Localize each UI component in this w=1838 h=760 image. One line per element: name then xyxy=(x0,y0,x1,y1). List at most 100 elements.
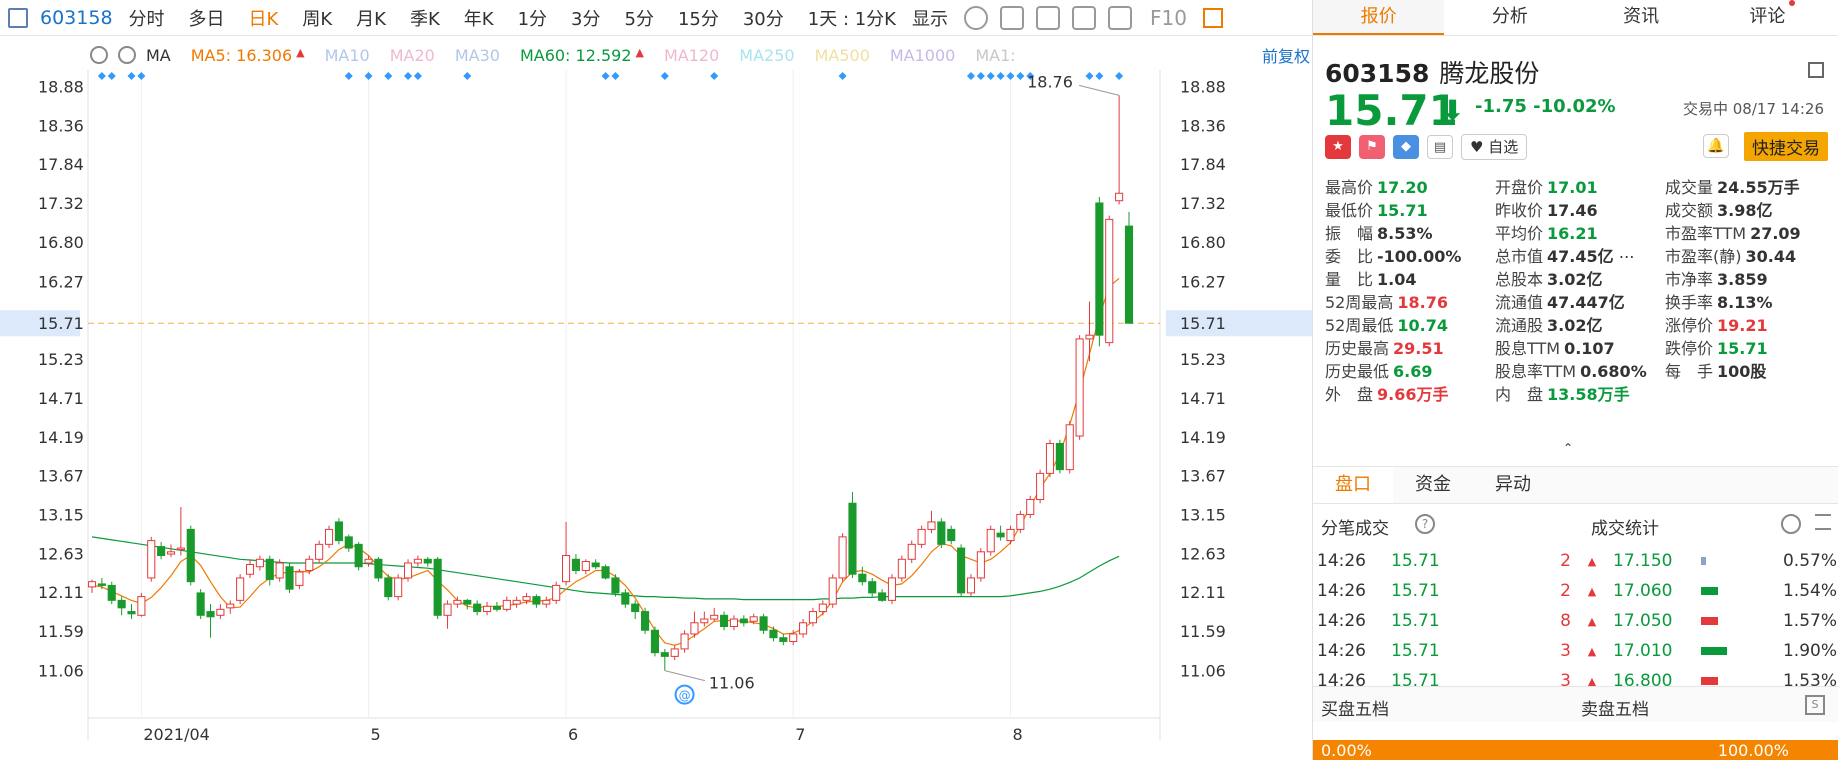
up-arrow-icon: ▲ xyxy=(1587,644,1597,658)
stat-cell: 量 比 1.04 xyxy=(1325,266,1495,290)
candle-body xyxy=(957,547,966,594)
candle-body xyxy=(433,558,442,616)
sub-tab[interactable]: 盘口 xyxy=(1313,467,1393,503)
panel-tab[interactable]: 资讯 xyxy=(1576,0,1707,35)
stat-pct: 1.90% xyxy=(1782,641,1837,661)
help-icon[interactable]: ? xyxy=(1415,514,1435,534)
stat-label: 成交额 xyxy=(1665,200,1714,220)
period-tab[interactable]: 周K xyxy=(302,5,332,31)
s-icon[interactable]: S xyxy=(1805,695,1825,715)
detail-icon[interactable] xyxy=(1808,62,1824,78)
up-arrow-icon: ▲ xyxy=(296,45,305,59)
candle-body xyxy=(542,599,551,605)
period-tab[interactable]: 1分 xyxy=(518,5,547,31)
candle-body xyxy=(887,577,897,601)
ma-item[interactable]: MA1000 xyxy=(890,46,955,65)
interval-select[interactable]: 1天 : 1分K xyxy=(808,5,896,31)
stat-value: 8.13% xyxy=(1717,292,1773,312)
ma-item[interactable]: MA1: xyxy=(975,46,1015,65)
sub-tab[interactable]: 资金 xyxy=(1393,467,1473,503)
volume-bar xyxy=(1701,643,1781,659)
ma-close-icon[interactable] xyxy=(118,46,136,64)
sub-tab[interactable]: 异动 xyxy=(1473,467,1553,503)
ma-label[interactable]: MA xyxy=(146,46,171,65)
ma-indicator-row: MA MA5: 16.306 ▲ MA10 MA20 MA30 MA60: 12.592 ▲… xyxy=(90,44,1310,66)
stat-label: 跌停价 xyxy=(1665,338,1714,358)
ma-item[interactable]: MA60: 12.592 xyxy=(520,46,632,65)
layout-icon[interactable] xyxy=(999,5,1024,30)
settings-icon[interactable] xyxy=(963,5,988,30)
ma-item[interactable]: MA10 xyxy=(325,46,370,65)
stat-value: 24.55万手 xyxy=(1717,177,1800,197)
ma-item[interactable]: MA250 xyxy=(739,46,794,65)
candle-body xyxy=(147,540,156,579)
draw-icon[interactable] xyxy=(1071,5,1096,30)
period-tab[interactable]: 年K xyxy=(464,5,494,31)
toolbar: 603158 分时 多日 日K 周K 月K 季K 年K 1分 3分 5分 15分 30分 1天 : 1… xyxy=(0,0,1312,36)
ma-item[interactable]: MA500 xyxy=(815,46,870,65)
watchlist-button[interactable]: ♥ 自选 xyxy=(1461,134,1528,160)
display-select[interactable]: 显示 xyxy=(912,5,948,31)
candle-body xyxy=(285,566,294,590)
candle-body xyxy=(1016,513,1025,530)
ma-item[interactable]: MA5: 16.306 xyxy=(191,46,292,65)
activity-icon[interactable]: ⚑ xyxy=(1359,135,1385,159)
panel-tab[interactable]: 评论 xyxy=(1707,0,1838,35)
trade-row: 14:26 15.71 3 ▲ 17.010 1.90% xyxy=(1317,636,1837,666)
sub-tabs: 盘口 资金 异动 xyxy=(1313,466,1838,504)
period-tab[interactable]: 多日 xyxy=(189,5,225,31)
panel-tab[interactable]: 报价 xyxy=(1313,0,1445,35)
quick-trade-button[interactable]: 快捷交易 xyxy=(1744,132,1828,161)
panel-toggle-icon[interactable] xyxy=(1202,7,1223,28)
menu-icon[interactable] xyxy=(1815,514,1831,530)
period-tab[interactable]: 5分 xyxy=(625,5,654,31)
camera-icon[interactable] xyxy=(1035,5,1060,30)
low-pointer xyxy=(664,670,705,682)
f10-button[interactable]: F10 xyxy=(1150,6,1187,30)
candle-body xyxy=(423,558,432,564)
adjust-button[interactable]: 前复权 xyxy=(1262,43,1310,67)
candle-body xyxy=(473,603,482,613)
period-tab[interactable]: 15分 xyxy=(678,5,719,31)
kline-svg[interactable]: 18.88 18.88 18.36 18.36 17.84 17.84 17.32 17.32… xyxy=(0,46,1312,760)
price-tick-left: 13.67 xyxy=(38,467,84,486)
collapse-icon[interactable]: ⌃ xyxy=(1563,441,1573,455)
note-icon[interactable]: ▤ xyxy=(1427,135,1453,159)
candle-body xyxy=(720,614,729,628)
stats-row: 最低价 15.71 昨收价 17.46 成交额 3.98亿 xyxy=(1325,197,1835,220)
flag-icon[interactable]: ★ xyxy=(1325,135,1351,159)
volume-bar-fill xyxy=(1701,677,1718,685)
sidebar-toggle-icon[interactable] xyxy=(8,7,28,28)
fullscreen-icon[interactable] xyxy=(1107,5,1132,30)
period-tab[interactable]: 30分 xyxy=(743,5,784,31)
period-tab[interactable]: 分时 xyxy=(129,5,165,31)
candle-body xyxy=(848,502,857,575)
stat-label: 流通值 xyxy=(1495,292,1544,312)
ma-item[interactable]: MA120 xyxy=(664,46,719,65)
candle-body xyxy=(818,603,827,613)
stock-code-title: 603158 xyxy=(1325,59,1430,88)
period-tab[interactable]: 季K xyxy=(410,5,440,31)
candle-body xyxy=(324,528,334,545)
price-tick-left: 15.23 xyxy=(38,350,84,369)
stat-label: 成交量 xyxy=(1665,177,1714,197)
tag-icon[interactable]: ◆ xyxy=(1393,135,1419,159)
price-tick-right: 18.36 xyxy=(1180,116,1226,135)
period-tab[interactable]: 日K xyxy=(249,5,279,31)
trade-time: 14:26 xyxy=(1317,581,1366,601)
high-label: 18.76 xyxy=(1027,72,1073,91)
ma-item[interactable]: MA30 xyxy=(455,46,500,65)
period-tab[interactable]: 月K xyxy=(356,5,386,31)
panel-tab[interactable]: 分析 xyxy=(1444,0,1575,35)
ma-settings-icon[interactable] xyxy=(90,46,108,64)
more-dots-icon[interactable]: ⋯ xyxy=(1614,247,1635,266)
volume-bar-fill xyxy=(1701,617,1718,625)
at-marker-glyph: @ xyxy=(679,689,691,703)
period-tab[interactable]: 3分 xyxy=(571,5,600,31)
more-icon[interactable] xyxy=(1781,514,1801,534)
stat-cell: 外 盘 9.66万手 xyxy=(1325,381,1495,405)
candle-body xyxy=(394,577,403,598)
bell-icon[interactable]: 🔔 xyxy=(1703,134,1729,158)
kline-chart[interactable]: 18.88 18.88 18.36 18.36 17.84 17.84 17.32 17.32… xyxy=(0,46,1312,760)
ma-item[interactable]: MA20 xyxy=(390,46,435,65)
